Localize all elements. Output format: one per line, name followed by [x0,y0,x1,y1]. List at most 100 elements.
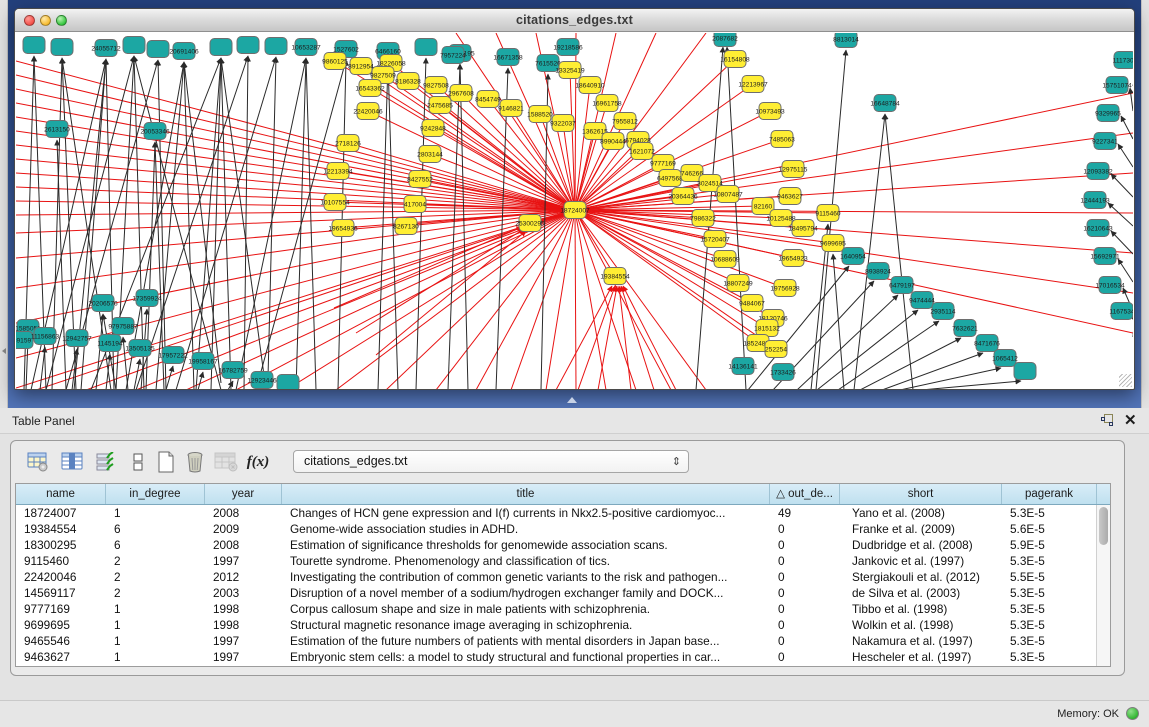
network-node[interactable]: 25300295 [515,215,545,232]
network-node[interactable]: 20053346 [140,123,170,140]
table-select-combobox[interactable]: citations_edges.txt ⇕ [293,450,689,473]
network-node[interactable]: 19756928 [770,280,800,297]
table-row[interactable]: 1830029562008Estimation of significance … [16,537,1110,553]
network-node[interactable]: 11156863 [31,328,60,345]
network-node[interactable]: 15751074 [1102,77,1132,94]
table-row[interactable]: 946362711997Embryonic stem cells: a mode… [16,649,1110,665]
network-node[interactable]: 9227341 [1092,133,1118,150]
table-row[interactable]: 977716911998Corpus callosum shape and si… [16,601,1110,617]
network-node[interactable]: 8813014 [833,33,859,48]
network-node[interactable]: 13505135 [125,340,155,357]
network-node[interactable]: 7632621 [952,320,978,337]
network-node[interactable]: 2087682 [712,33,738,47]
delete-table-icon[interactable] [213,449,239,475]
rows-icon[interactable] [125,449,151,475]
network-node[interactable]: 1117304 [1113,52,1133,69]
network-node[interactable]: 16543362 [355,80,385,97]
network-node[interactable]: 2935114 [930,303,956,320]
network-node[interactable]: 8186328 [395,73,421,90]
network-node[interactable]: 17016534 [1095,277,1125,294]
table-row[interactable]: 1456911722003Disruption of a novel membe… [16,585,1110,601]
network-node[interactable]: 10807487 [713,186,743,203]
network-node[interactable]: 9146821 [498,100,524,117]
network-node[interactable]: 10107554 [320,194,350,211]
network-node[interactable]: 1640954 [840,248,866,265]
table-row[interactable]: 911546021997Tourette syndrome. Phenomeno… [16,553,1110,569]
table-row[interactable]: 969969511998Structural magnetic resonanc… [16,617,1110,633]
network-node[interactable]: 9115460 [815,205,841,222]
show-columns-icon[interactable] [59,449,85,475]
network-node[interactable]: 12213394 [323,163,353,180]
network-node[interactable]: 1815132 [754,320,780,337]
table-row[interactable]: 946554611997Estimation of the future num… [16,633,1110,649]
network-node[interactable] [265,38,287,55]
function-builder-icon[interactable]: f(x) [245,449,271,475]
network-node[interactable] [147,41,169,58]
network-node[interactable]: 13325419 [555,62,585,79]
network-node[interactable]: 9463627 [777,188,803,205]
network-node[interactable]: 12942757 [62,330,92,347]
network-node[interactable]: 20364436 [668,188,698,205]
network-node[interactable]: 9827508 [423,77,449,94]
network-node[interactable]: 7986322 [690,210,716,227]
network-hub-node[interactable]: 18724007 [560,202,590,219]
network-node[interactable]: 16648784 [870,95,900,112]
network-node[interactable]: 18807249 [723,275,753,292]
network-node[interactable]: 1065412 [992,350,1018,367]
table-row[interactable]: 1938455462009Genome-wide association stu… [16,521,1110,537]
column-header-short[interactable]: short [840,484,1002,504]
network-node[interactable]: 9242848 [420,120,446,137]
network-node[interactable]: 6479197 [889,277,915,294]
column-header-name[interactable]: name [16,484,106,504]
network-node[interactable]: 417004 [404,196,426,213]
scrollbar-thumb[interactable] [1099,507,1108,545]
new-column-icon[interactable] [153,449,179,475]
table-row[interactable]: 2242004622012Investigating the contribut… [16,569,1110,585]
network-node[interactable]: 16671358 [493,49,523,66]
network-node[interactable]: 20206576 [88,295,118,312]
float-panel-icon[interactable] [1101,414,1114,427]
network-node[interactable]: 8990444 [600,133,626,150]
network-node[interactable]: 18640910 [575,77,605,94]
memory-status-indicator[interactable] [1126,707,1139,720]
network-node[interactable] [210,39,232,56]
network-node[interactable]: 12444193 [1080,192,1110,209]
network-node[interactable]: 1167534 [1109,303,1133,320]
network-node[interactable]: 16210643 [1083,220,1113,237]
network-node[interactable]: 1733426 [770,364,796,381]
network-node[interactable]: 2718126 [335,135,361,152]
network-node[interactable]: 1621072 [629,143,655,160]
network-node[interactable]: 97975887 [108,318,138,335]
column-header-title[interactable]: title [282,484,770,504]
network-node[interactable]: 19654923 [778,250,808,267]
network-node[interactable]: 10973493 [755,103,785,120]
network-node[interactable] [277,375,299,391]
network-node[interactable] [415,39,437,56]
network-node[interactable]: 16782759 [218,362,248,379]
column-header-pagerank[interactable]: pagerank [1002,484,1097,504]
network-node[interactable]: 16961758 [592,95,622,112]
network-node[interactable]: 17359924 [132,290,162,307]
network-node[interactable]: 10653287 [291,39,321,56]
select-all-icon[interactable] [93,449,119,475]
network-node[interactable]: 252254 [765,341,787,358]
network-node[interactable]: 15692971 [1090,248,1120,265]
column-header-year[interactable]: year [205,484,282,504]
network-node[interactable]: 7485063 [769,131,795,148]
network-node[interactable]: 12093382 [1083,163,1113,180]
close-panel-icon[interactable]: ✕ [1124,412,1137,430]
column-header-in_degree[interactable]: in_degree [106,484,205,504]
network-node[interactable]: 17957222 [158,347,188,364]
panel-collapse-arrow-icon[interactable] [2,348,6,354]
network-node[interactable]: 2803144 [417,146,443,163]
network-node[interactable]: 9322037 [550,115,576,132]
network-node[interactable] [1014,363,1036,380]
network-node[interactable] [237,37,259,54]
network-node[interactable]: 20691406 [169,43,199,60]
network-node[interactable]: 6497568 [657,170,683,187]
network-node[interactable]: 9329965 [1095,105,1121,122]
network-node[interactable]: 8267130 [393,218,419,235]
network-node[interactable]: 12923446 [247,372,277,389]
network-node[interactable]: 7957224 [440,47,466,64]
network-node[interactable]: 22420046 [353,103,383,120]
